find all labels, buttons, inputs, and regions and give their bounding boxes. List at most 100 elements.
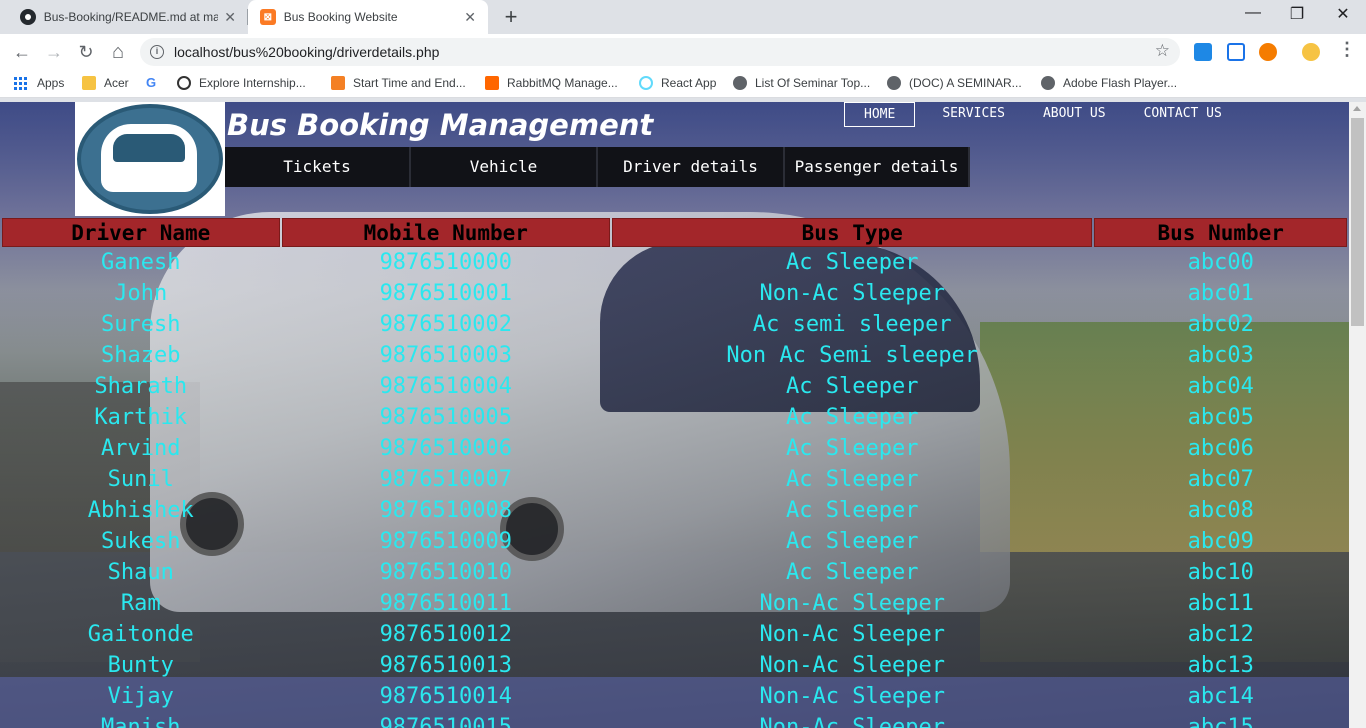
extension-icon[interactable] <box>1259 43 1277 61</box>
bookmark-label: Explore Internship... <box>199 76 306 90</box>
bookmark-start-time[interactable]: Start Time and End... <box>331 76 466 90</box>
back-button[interactable]: ← <box>10 40 34 64</box>
browser-menu-icon[interactable]: ⋮ <box>1338 39 1356 60</box>
column-header-bus-type: Bus Type <box>612 218 1093 247</box>
driver-details-table: Driver Name Mobile Number Bus Type Bus N… <box>0 218 1349 728</box>
mobile-number-cell: 9876510015 <box>379 715 513 728</box>
bus-type-cell: Non-Ac Sleeper <box>759 591 945 616</box>
bookmark-react-app[interactable]: React App <box>639 76 716 90</box>
mobile-number-cell: 9876510006 <box>379 436 513 461</box>
table-row: Arvind 9876510006 Ac Sleeper abc06 <box>2 433 1347 464</box>
bookmark-label: Apps <box>37 76 65 90</box>
bus-type-cell: Ac semi sleeper <box>752 312 952 337</box>
bookmark-label: React App <box>661 76 717 90</box>
react-icon <box>639 76 653 90</box>
bus-number-cell: abc05 <box>1187 405 1254 430</box>
tab-bus-booking[interactable]: ⊠ Bus Booking Website ✕ <box>248 0 488 34</box>
globe-icon <box>733 76 747 90</box>
bus-type-cell: Non Ac Semi sleeper <box>726 343 979 368</box>
site-logo[interactable] <box>75 102 225 216</box>
table-row: Shaun 9876510010 Ac Sleeper abc10 <box>2 557 1347 588</box>
bookmark-doc-seminar[interactable]: (DOC) A SEMINAR... <box>887 76 1022 90</box>
globe-icon <box>1041 76 1055 90</box>
bookmark-apps[interactable]: Apps <box>14 76 64 90</box>
address-bar[interactable]: i localhost/bus%20booking/driverdetails.… <box>140 38 1180 66</box>
close-tab-icon[interactable]: ✕ <box>224 9 236 26</box>
bus-number-cell: abc02 <box>1187 312 1254 337</box>
column-header-driver-name: Driver Name <box>2 218 280 247</box>
driver-name-cell: Suresh <box>101 312 181 337</box>
close-tab-icon[interactable]: ✕ <box>464 9 476 26</box>
nav-contact-us[interactable]: CONTACT US <box>1125 102 1241 127</box>
folder-icon <box>82 76 96 90</box>
close-window-button[interactable]: ✕ <box>1320 4 1366 24</box>
bookmark-label: Start Time and End... <box>353 76 466 90</box>
site-info-icon[interactable]: i <box>150 45 164 59</box>
table-row: John 9876510001 Non-Ac Sleeper abc01 <box>2 278 1347 309</box>
bus-type-cell: Ac Sleeper <box>786 560 919 585</box>
top-nav: HOME SERVICES ABOUT US CONTACT US <box>844 102 1241 127</box>
bus-number-cell: abc01 <box>1187 281 1254 306</box>
driver-name-cell: Vijay <box>107 684 174 709</box>
driver-name-cell: Arvind <box>101 436 181 461</box>
bus-type-cell: Non-Ac Sleeper <box>759 653 945 678</box>
bookmark-rabbitmq[interactable]: RabbitMQ Manage... <box>485 76 618 90</box>
profile-avatar[interactable] <box>1302 43 1320 61</box>
table-row: Ganesh 9876510000 Ac Sleeper abc00 <box>2 247 1347 278</box>
driver-name-cell: Bunty <box>107 653 174 678</box>
bus-number-cell: abc11 <box>1187 591 1254 616</box>
tab-github-readme[interactable]: Bus-Booking/README.md at master ✕ <box>8 0 248 34</box>
home-button[interactable]: ⌂ <box>106 40 130 64</box>
bookmark-internship[interactable]: Explore Internship... <box>177 76 306 90</box>
scroll-up-arrow-icon[interactable] <box>1353 106 1361 111</box>
page-viewport: Bus Booking Management HOME SERVICES ABO… <box>0 102 1349 728</box>
driver-name-cell: Ram <box>120 591 161 616</box>
driver-name-cell: Shazeb <box>101 343 181 368</box>
sub-nav: Tickets Vehicle Driver details Passenger… <box>225 147 970 187</box>
tab-title: Bus-Booking/README.md at master <box>43 10 219 24</box>
nav-home[interactable]: HOME <box>844 102 916 127</box>
reload-button[interactable]: ↻ <box>74 40 98 64</box>
extension-icon[interactable] <box>1194 43 1212 61</box>
forward-button[interactable]: → <box>42 40 66 64</box>
table-row: Gaitonde 9876510012 Non-Ac Sleeper abc12 <box>2 619 1347 650</box>
bookmark-acer[interactable]: Acer <box>82 76 129 90</box>
bookmark-flash-player[interactable]: Adobe Flash Player... <box>1041 76 1177 90</box>
scrollbar-thumb[interactable] <box>1351 118 1364 326</box>
driver-name-cell: Manish <box>101 715 181 728</box>
bookmarks-bar: Apps Acer G Explore Internship... Start … <box>0 70 1366 98</box>
bookmark-seminar-topics[interactable]: List Of Seminar Top... <box>733 76 870 90</box>
stackoverflow-icon <box>331 76 345 90</box>
bookmark-google[interactable]: G <box>146 76 168 90</box>
nav-services[interactable]: SERVICES <box>923 102 1024 127</box>
mobile-number-cell: 9876510007 <box>379 467 513 492</box>
new-tab-button[interactable]: + <box>498 4 524 30</box>
maximize-button[interactable]: ❐ <box>1274 4 1320 24</box>
bus-type-cell: Ac Sleeper <box>786 498 919 523</box>
subnav-vehicle[interactable]: Vehicle <box>411 147 598 187</box>
bus-type-cell: Ac Sleeper <box>786 436 919 461</box>
subnav-passenger-details[interactable]: Passenger details <box>785 147 970 187</box>
google-icon: G <box>146 75 157 90</box>
mobile-number-cell: 9876510003 <box>379 343 513 368</box>
mobile-number-cell: 9876510014 <box>379 684 513 709</box>
bus-logo-icon <box>113 134 185 162</box>
driver-name-cell: Sunil <box>107 467 174 492</box>
driver-name-cell: Ganesh <box>101 250 181 275</box>
bus-number-cell: abc08 <box>1187 498 1254 523</box>
globe-icon <box>887 76 901 90</box>
site-title: Bus Booking Management <box>227 108 654 142</box>
subnav-tickets[interactable]: Tickets <box>225 147 411 187</box>
bus-number-cell: abc12 <box>1187 622 1254 647</box>
driver-name-cell: Sukesh <box>101 529 181 554</box>
rabbitmq-icon <box>485 76 499 90</box>
extension-icon[interactable] <box>1227 43 1245 61</box>
internshala-icon <box>177 76 191 90</box>
nav-about-us[interactable]: ABOUT US <box>1024 102 1125 127</box>
bus-number-cell: abc13 <box>1187 653 1254 678</box>
page-scrollbar[interactable] <box>1349 102 1366 728</box>
subnav-driver-details[interactable]: Driver details <box>598 147 785 187</box>
bookmark-star-icon[interactable]: ☆ <box>1155 41 1170 61</box>
minimize-button[interactable]: — <box>1230 4 1276 22</box>
url-text[interactable]: localhost/bus%20booking/driverdetails.ph… <box>174 44 439 60</box>
